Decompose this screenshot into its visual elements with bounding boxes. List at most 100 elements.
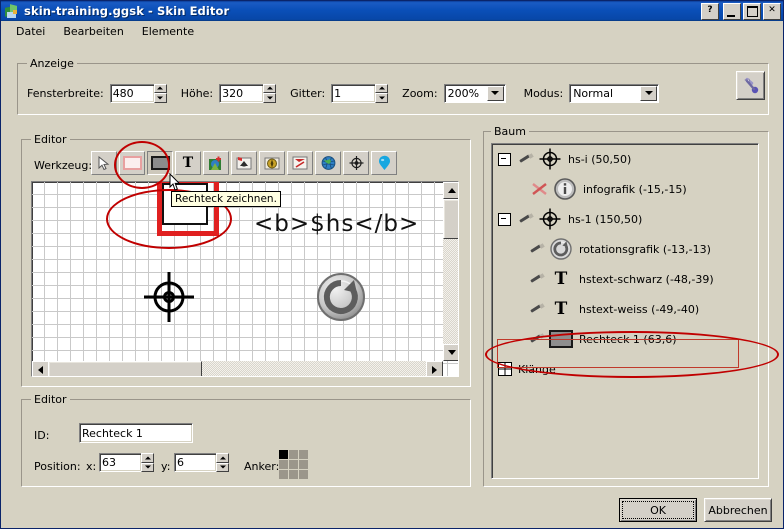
scroll-left-button[interactable] (32, 361, 49, 376)
position-x-spin-buttons[interactable] (141, 453, 154, 472)
arrow-edit-tool[interactable] (287, 151, 313, 175)
window-controls: ? ✕ (701, 3, 781, 20)
wrench-icon (743, 77, 758, 93)
anker-cell-1[interactable] (289, 450, 298, 459)
fensterbreite-stepper[interactable]: 480 (109, 83, 167, 103)
rectangle-outline-tool[interactable] (119, 151, 145, 175)
position-y-spin-up[interactable] (216, 453, 229, 463)
cancel-button[interactable]: Abbrechen (704, 498, 772, 522)
canvas-hs-text[interactable]: <b>$hs</b> (254, 211, 419, 237)
help-button[interactable]: ? (701, 3, 719, 20)
anker-cell-5[interactable] (299, 460, 308, 469)
scroll-up-button[interactable] (443, 182, 458, 199)
canvas-rotation-icon[interactable] (314, 270, 368, 324)
modus-select[interactable]: Normal (569, 83, 660, 103)
menu-item-datei[interactable]: Datei (7, 23, 54, 40)
gitter-spin-down[interactable] (375, 93, 389, 103)
gitter-spin-buttons[interactable] (375, 83, 389, 103)
tree-node-hstext-weiss[interactable]: T hstext-weiss (-49,-40) (492, 294, 758, 324)
gitter-spin-up[interactable] (375, 83, 389, 93)
gitter-input[interactable]: 1 (331, 83, 376, 103)
add-image-tool[interactable] (203, 151, 229, 175)
zoom-dropdown-button[interactable] (486, 85, 504, 101)
design-canvas[interactable]: <b>$hs</b> (31, 181, 459, 377)
select-arrow-tool[interactable] (91, 151, 117, 175)
tree-node-label: hstext-schwarz (-48,-39) (579, 272, 714, 286)
tree-node-hstext-schwarz[interactable]: T hstext-schwarz (-48,-39) (492, 264, 758, 294)
position-x-spin-up[interactable] (141, 453, 154, 463)
h-scroll-thumb[interactable] (48, 361, 202, 376)
compass-image-tool[interactable] (259, 151, 285, 175)
settings-tool-button[interactable] (736, 71, 765, 100)
canvas-crosshair-icon[interactable] (142, 270, 196, 324)
menu-item-bearbeiten[interactable]: Bearbeiten (54, 23, 132, 40)
text-tool[interactable]: T (175, 151, 201, 175)
crosshair-tool[interactable] (343, 151, 369, 175)
anker-cell-3[interactable] (279, 460, 288, 469)
hoehe-spin-up[interactable] (263, 83, 277, 93)
gitter-label: Gitter: (290, 86, 326, 100)
position-x-spin-down[interactable] (141, 462, 154, 472)
scroll-down-button[interactable] (443, 344, 458, 361)
werkzeug-label: Werkzeug: (34, 159, 93, 172)
hoehe-stepper[interactable]: 320 (219, 83, 277, 103)
rectangle-filled-tool[interactable] (147, 151, 173, 175)
fensterbreite-spin-buttons[interactable] (153, 83, 167, 103)
minimize-button[interactable] (723, 3, 741, 20)
close-button[interactable]: ✕ (763, 3, 781, 20)
editor-bottom-group (21, 399, 471, 487)
fensterbreite-spin-down[interactable] (153, 93, 167, 103)
fensterbreite-spin-up[interactable] (153, 83, 167, 93)
info-icon (554, 178, 576, 200)
position-x-stepper[interactable]: 63 (99, 453, 154, 472)
zoom-select[interactable]: 200% (443, 83, 506, 103)
tree-node-klaenge[interactable]: Klänge (492, 354, 758, 384)
chevron-up-icon (447, 188, 456, 193)
anker-cell-6[interactable] (279, 470, 288, 479)
tree-node-rechteck-1[interactable]: Rechteck 1 (63,6) (492, 324, 758, 354)
ok-button[interactable]: OK (619, 498, 697, 522)
position-y-spin-buttons[interactable] (216, 453, 229, 472)
marker-tool[interactable] (371, 151, 397, 175)
anker-grid[interactable] (279, 450, 308, 479)
element-tree[interactable]: hs-i (50,50) infografik (-15,-15) hs-1 (… (491, 143, 759, 479)
canvas-horizontal-scrollbar[interactable] (32, 361, 443, 376)
maximize-button[interactable] (743, 3, 761, 20)
modus-dropdown-button[interactable] (640, 85, 658, 101)
position-y-input[interactable]: 6 (174, 453, 216, 472)
tree-node-rotationsgrafik[interactable]: rotationsgrafik (-13,-13) (492, 234, 758, 264)
tree-node-hs-i[interactable]: hs-i (50,50) (492, 144, 758, 174)
menu-item-elemente[interactable]: Elemente (133, 23, 203, 40)
tree-node-label: hs-i (50,50) (568, 152, 632, 166)
editor-top-group-title: Editor (31, 133, 70, 146)
home-image-tool[interactable] (231, 151, 257, 175)
hoehe-spin-buttons[interactable] (263, 83, 277, 103)
grid-icon (498, 362, 512, 376)
fensterbreite-input[interactable]: 480 (109, 83, 154, 103)
tree-node-infografik[interactable]: infografik (-15,-15) (492, 174, 758, 204)
chevron-down-icon (447, 350, 456, 355)
anzeige-row: Fensterbreite: 480 Höhe: 320 Gitter: 1 Z… (27, 83, 767, 103)
scroll-right-button[interactable] (426, 361, 443, 376)
tree-node-label: rotationsgrafik (-13,-13) (579, 242, 711, 256)
anker-cell-2[interactable] (299, 450, 308, 459)
tree-node-hs-1[interactable]: hs-1 (150,50) (492, 204, 758, 234)
position-y-spin-down[interactable] (216, 462, 229, 472)
anker-cell-0[interactable] (279, 450, 288, 459)
id-input[interactable]: Rechteck 1 (79, 423, 193, 443)
anker-cell-8[interactable] (299, 470, 308, 479)
expander-icon[interactable] (498, 212, 511, 226)
anker-cell-4[interactable] (289, 460, 298, 469)
position-y-stepper[interactable]: 6 (174, 453, 229, 472)
expander-icon[interactable] (498, 152, 511, 166)
globe-tool[interactable] (315, 151, 341, 175)
hoehe-spin-down[interactable] (263, 93, 277, 103)
anker-cell-7[interactable] (289, 470, 298, 479)
hoehe-input[interactable]: 320 (219, 83, 264, 103)
position-x-input[interactable]: 63 (99, 453, 141, 472)
v-scroll-thumb[interactable] (443, 199, 458, 239)
canvas-vertical-scrollbar[interactable] (443, 182, 458, 361)
chevron-left-icon (38, 365, 43, 374)
tree-node-label: Rechteck 1 (63,6) (579, 332, 677, 346)
gitter-stepper[interactable]: 1 (331, 83, 389, 103)
